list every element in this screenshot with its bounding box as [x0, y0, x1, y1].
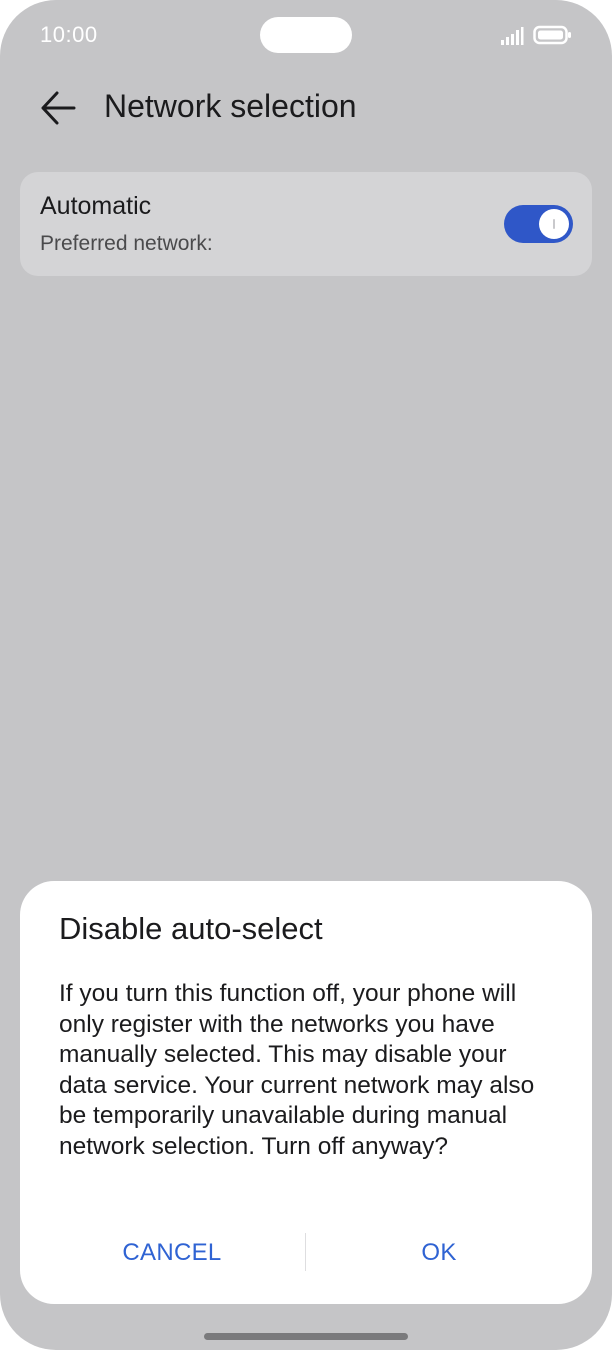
ok-button[interactable]: OK [326, 1231, 552, 1275]
automatic-label: Automatic [40, 192, 152, 220]
cancel-button[interactable]: CANCEL [60, 1231, 284, 1275]
button-divider [305, 1233, 306, 1271]
dialog-message: If you turn this function off, your phon… [59, 980, 535, 1160]
back-button[interactable] [34, 84, 82, 132]
preferred-network-label: Preferred network: [40, 232, 213, 255]
toggle-knob [539, 209, 569, 239]
battery-icon [533, 25, 571, 45]
automatic-setting-row[interactable]: Automatic Preferred network: [20, 172, 592, 276]
disable-auto-select-dialog: Disable auto-select If you turn this fun… [20, 881, 592, 1304]
dynamic-island [260, 17, 352, 53]
page-title: Network selection [104, 88, 357, 124]
home-indicator[interactable] [204, 1333, 408, 1340]
phone-screen: 10:00 Network selection Automatic Prefer… [0, 0, 612, 1350]
arrow-left-icon [41, 91, 76, 125]
signal-icon [501, 27, 524, 45]
status-time: 10:00 [40, 22, 98, 47]
dialog-title: Disable auto-select [59, 911, 323, 946]
automatic-toggle[interactable] [504, 205, 573, 243]
